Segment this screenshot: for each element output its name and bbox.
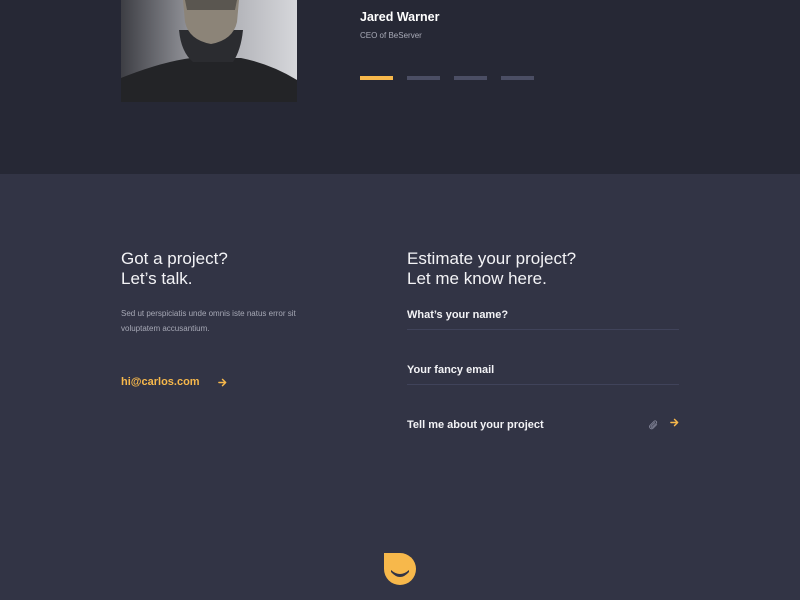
name-field-wrapper bbox=[407, 300, 679, 330]
email-input[interactable] bbox=[407, 355, 679, 384]
project-field-wrapper bbox=[407, 410, 679, 440]
email-field-wrapper bbox=[407, 355, 679, 385]
email-link-label: hi@carlos.com bbox=[121, 376, 200, 388]
paperclip-icon[interactable] bbox=[648, 419, 659, 431]
contact-heading-line-1: Got a project? bbox=[121, 249, 228, 268]
name-input[interactable] bbox=[407, 300, 679, 329]
estimate-heading-line-2: Let me know here. bbox=[407, 269, 547, 288]
contact-heading: Got a project? Let’s talk. bbox=[121, 249, 228, 289]
contact-description: Sed ut perspiciatis unde omnis iste natu… bbox=[121, 309, 296, 333]
arrow-right-icon bbox=[217, 378, 227, 387]
submit-arrow-icon[interactable] bbox=[670, 418, 679, 427]
email-link[interactable]: hi@carlos.com bbox=[121, 376, 227, 388]
contact-section: Got a project? Let’s talk. Sed ut perspi… bbox=[0, 174, 800, 600]
testimonial-section: Jared Warner CEO of BeServer bbox=[0, 0, 800, 174]
person-role: CEO of BeServer bbox=[360, 31, 422, 40]
person-photo bbox=[121, 0, 297, 102]
slider-dot-1[interactable] bbox=[360, 76, 393, 80]
slider-dot-3[interactable] bbox=[454, 76, 487, 80]
slider-pagination bbox=[360, 76, 534, 80]
estimate-heading-line-1: Estimate your project? bbox=[407, 249, 577, 268]
slider-dot-4[interactable] bbox=[501, 76, 534, 80]
logo-icon[interactable] bbox=[383, 552, 417, 591]
contact-heading-line-2: Let’s talk. bbox=[121, 269, 193, 288]
estimate-heading: Estimate your project? Let me know here. bbox=[407, 249, 576, 289]
person-name: Jared Warner bbox=[360, 10, 440, 24]
project-input[interactable] bbox=[407, 410, 637, 440]
slider-dot-2[interactable] bbox=[407, 76, 440, 80]
